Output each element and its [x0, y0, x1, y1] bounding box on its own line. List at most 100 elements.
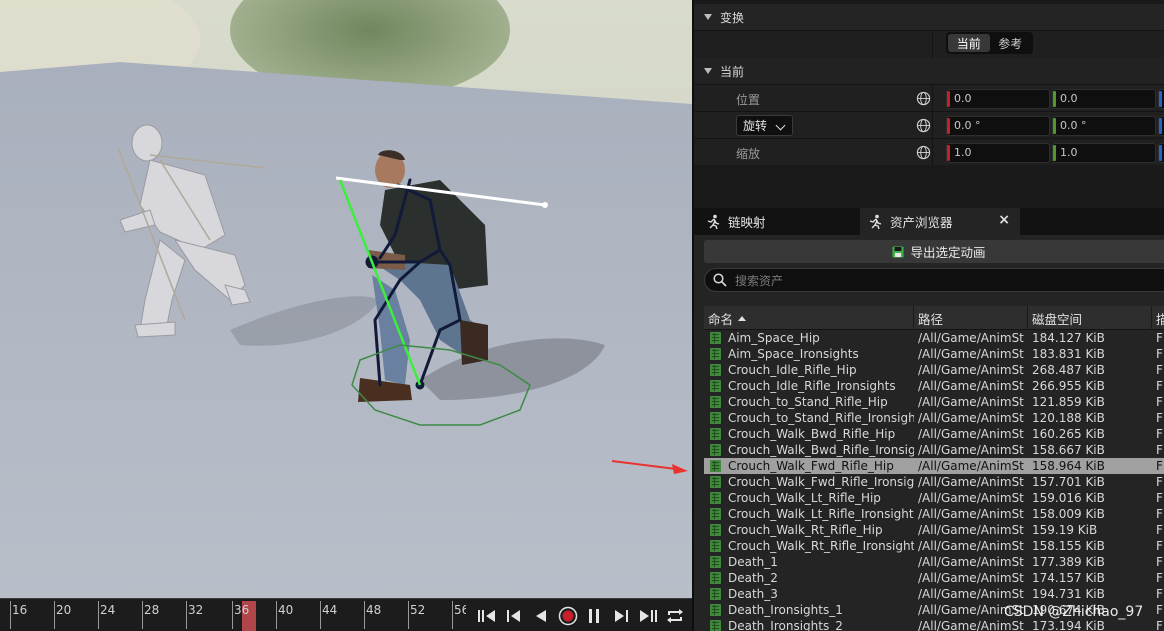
table-row[interactable]: Crouch_Walk_Bwd_Rifle_Ironsigh/All/Game/… [704, 442, 1164, 458]
asset-path: /All/Game/AnimSt [918, 411, 1024, 425]
asset-path: /All/Game/AnimSt [918, 395, 1024, 409]
column-header-path[interactable]: 路径 [914, 306, 1028, 330]
timeline-ruler[interactable]: 16 20 24 28 32 36 40 44 48 52 56 [0, 599, 466, 631]
table-header: 命名 路径 磁盘空间 描 [704, 306, 1164, 330]
toggle-reference[interactable]: 参考 [990, 34, 1032, 52]
asset-path: /All/Game/AnimSt [918, 587, 1024, 601]
prev-frame-button[interactable] [503, 605, 525, 627]
column-divider [932, 85, 933, 112]
table-row[interactable]: Crouch_Walk_Bwd_Rifle_Hip/All/Game/AnimS… [704, 426, 1164, 442]
transform-section-header[interactable]: 变换 [694, 4, 1164, 30]
timeline-bar[interactable]: 16 20 24 28 32 36 40 44 48 52 56 [0, 598, 692, 631]
asset-disk-size: 183.831 KiB [1032, 347, 1105, 361]
jump-to-end-button[interactable] [637, 605, 659, 627]
column-name-label: 命名 [708, 311, 734, 327]
table-row[interactable]: Aim_Space_Hip/All/Game/AnimSt 184.127 KiB… [704, 330, 1164, 346]
asset-path: /All/Game/AnimSt [918, 363, 1024, 377]
globe-icon[interactable] [916, 118, 931, 133]
animation-sequence-icon [710, 604, 721, 616]
globe-icon[interactable] [916, 91, 931, 106]
search-assets-input[interactable]: 搜索资产 [704, 268, 1164, 292]
asset-name: Crouch_Walk_Lt_Rifle_Ironsights [728, 507, 914, 521]
table-row[interactable]: Aim_Space_Ironsights/All/Game/AnimSt 183.… [704, 346, 1164, 362]
scale-z-field[interactable] [1158, 143, 1164, 163]
table-row[interactable]: Crouch_Idle_Rifle_Ironsights/All/Game/An… [704, 378, 1164, 394]
asset-name: Death_2 [728, 571, 778, 585]
next-frame-button[interactable] [610, 605, 632, 627]
scale-x-field[interactable]: 1.0 [946, 143, 1050, 163]
animation-sequence-icon [710, 588, 721, 600]
tick-label: 56 [454, 603, 466, 617]
scale-y-field[interactable]: 1.0 [1052, 143, 1156, 163]
tick-line [276, 601, 277, 629]
rotation-x-field[interactable]: 0.0 ° [946, 116, 1050, 136]
table-row[interactable]: Crouch_Walk_Rt_Rifle_Ironsights/All/Game… [704, 538, 1164, 554]
table-row[interactable]: Crouch_to_Stand_Rifle_Ironsight/All/Game… [704, 410, 1164, 426]
asset-extra: F [1156, 395, 1163, 409]
location-x-field[interactable]: 0.0 [946, 89, 1050, 109]
rotation-x-value: 0.0 ° [954, 119, 981, 132]
globe-icon[interactable] [916, 145, 931, 160]
collapse-caret-icon [704, 68, 712, 74]
table-row[interactable]: Death_3/All/Game/AnimSt 194.731 KiB F [704, 586, 1164, 602]
rotation-mode-dropdown[interactable]: 旋转 [736, 115, 793, 136]
jump-to-start-button[interactable] [476, 605, 498, 627]
export-selected-animations-button[interactable]: 导出选定动画 [704, 240, 1164, 263]
tab-chain-mapping[interactable]: 链映射 [698, 208, 858, 235]
viewport-scene [0, 0, 692, 598]
table-row[interactable]: Death_2/All/Game/AnimSt 174.157 KiB F [704, 570, 1164, 586]
asset-extra: F [1156, 603, 1163, 617]
current-section-header[interactable]: 当前 [694, 58, 1164, 84]
asset-extra: F [1156, 331, 1163, 345]
location-z-field[interactable] [1158, 89, 1164, 109]
asset-path: /All/Game/AnimSt [918, 331, 1024, 345]
transport-controls [470, 599, 692, 631]
column-divider [932, 112, 933, 139]
column-header-extra[interactable]: 描 [1152, 306, 1164, 330]
location-y-value: 0.0 [1060, 92, 1078, 105]
animation-sequence-icon [710, 364, 721, 376]
asset-path: /All/Game/AnimSt [918, 459, 1024, 473]
asset-disk-size: 121.859 KiB [1032, 395, 1105, 409]
tick-label: 36 [234, 603, 250, 617]
animation-sequence-icon [710, 332, 721, 344]
asset-path: /All/Game/AnimSt [918, 475, 1024, 489]
table-row[interactable]: Crouch_Walk_Lt_Rifle_Ironsights/All/Game… [704, 506, 1164, 522]
location-row: 位置 0.0 0.0 [694, 84, 1164, 112]
asset-name: Crouch_to_Stand_Rifle_Hip [728, 395, 888, 409]
floor-plane [0, 62, 692, 598]
pause-button[interactable] [583, 605, 605, 627]
asset-name: Crouch_Walk_Fwd_Rifle_Hip [728, 459, 894, 473]
search-icon [713, 273, 727, 287]
toggle-current[interactable]: 当前 [948, 34, 990, 52]
tick-label: 44 [322, 603, 338, 617]
play-reverse-icon [535, 609, 546, 622]
record-button[interactable] [557, 605, 579, 627]
table-row[interactable]: Crouch_Walk_Rt_Rifle_Hip/All/Game/AnimSt… [704, 522, 1164, 538]
table-row[interactable]: Crouch_Walk_Lt_Rifle_Hip/All/Game/AnimSt… [704, 490, 1164, 506]
table-row[interactable]: Crouch_Walk_Fwd_Rifle_Ironsigh/All/Game/… [704, 474, 1164, 490]
close-icon[interactable]: × [998, 212, 1010, 228]
viewport[interactable] [0, 0, 692, 598]
space-toggle[interactable]: 当前 参考 [946, 32, 1033, 54]
tab-asset-browser[interactable]: 资产浏览器 × [860, 208, 1020, 235]
loop-button[interactable] [664, 605, 686, 627]
sort-ascending-icon [738, 315, 747, 321]
collapse-caret-icon [704, 14, 712, 20]
rotation-z-field[interactable] [1158, 116, 1164, 136]
column-header-name[interactable]: 命名 [704, 306, 914, 330]
table-row[interactable]: Crouch_Idle_Rifle_Hip/All/Game/AnimSt 268… [704, 362, 1164, 378]
table-row[interactable]: Death_1/All/Game/AnimSt 177.389 KiB F [704, 554, 1164, 570]
rotation-y-field[interactable]: 0.0 ° [1052, 116, 1156, 136]
location-y-field[interactable]: 0.0 [1052, 89, 1156, 109]
gizmo-handle[interactable] [542, 202, 548, 208]
animation-sequence-icon [710, 412, 721, 424]
table-row[interactable]: Crouch_to_Stand_Rifle_Hip/All/Game/AnimS… [704, 394, 1164, 410]
column-header-disk-size[interactable]: 磁盘空间 [1028, 306, 1152, 330]
animation-sequence-icon [710, 620, 721, 631]
table-row[interactable]: Crouch_Walk_Fwd_Rifle_Hip/All/Game/AnimS… [704, 458, 1164, 474]
asset-extra: F [1156, 539, 1163, 553]
asset-extra: F [1156, 347, 1163, 361]
play-reverse-button[interactable] [530, 605, 552, 627]
skip-back-icon [478, 609, 496, 622]
